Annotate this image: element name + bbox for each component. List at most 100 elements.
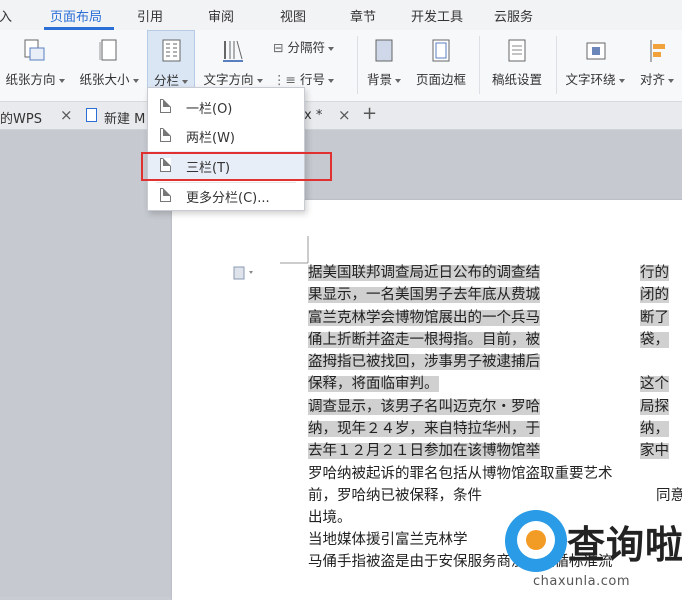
text-line[interactable]: 盗拇指已被找回，涉事男子被逮捕后 [308,354,540,371]
highlight-annotation-box [141,152,332,181]
paper-orientation-icon [24,39,45,61]
page-border-button[interactable]: 页面边框 [410,30,472,100]
chevron-down-icon [618,78,625,83]
magnifier-logo-icon [505,510,567,572]
background-label: 背景 [366,72,392,87]
doc-tab-wps[interactable]: 的WPS [0,108,42,127]
menu-tab-developer[interactable]: 开发工具 [411,6,463,25]
text-line[interactable]: 这个 [640,376,669,393]
manuscript-settings-label: 稿纸设置 [491,72,542,87]
manuscript-icon [508,39,526,62]
chevron-down-icon [327,78,334,83]
chevron-down-icon [395,78,401,83]
new-tab-button[interactable]: + [362,103,377,124]
menu-tab-insert[interactable]: 入 [0,6,12,25]
menu-item-label: 更多分栏(C)... [186,191,270,206]
line-number-button[interactable]: ⋮≡ 行号 [273,69,334,88]
text-line[interactable]: 纳，现年２４岁，来自特拉华州，于 [308,421,540,438]
text-line[interactable]: 前，罗哈纳已被保释，条件 [308,485,482,507]
separator-label: 分隔符 [287,40,325,55]
columns-label: 分栏 [153,73,179,88]
chevron-down-icon [182,79,188,84]
text-wrap-icon [586,42,606,60]
line-number-icon: ⋮≡ [273,72,296,87]
menu-tab-references[interactable]: 引用 [137,6,163,25]
ribbon-divider [479,36,480,94]
menu-bar: 入 页面布局 引用 审阅 视图 章节 开发工具 云服务 [0,0,682,30]
paper-orientation-button[interactable]: 纸张方向 [0,30,70,100]
watermark-logo: 查询啦 chaxunla.com [505,510,682,597]
align-label: 对齐 [640,72,666,87]
separator-icon: ⊟ [273,40,284,55]
text-line[interactable]: 调查显示，该男子名叫迈克尔・罗哈 [308,398,540,415]
paper-size-label: 纸张大小 [79,72,130,87]
menu-item-label: 两栏(W) [186,131,235,146]
text-line[interactable]: 出境。 [308,507,352,529]
text-line[interactable]: 俑上折断并盗走一根拇指。目前，被 [308,331,540,348]
paper-size-icon [99,39,117,61]
text-line[interactable]: 纳， [640,421,669,438]
text-line[interactable]: 同意 [656,485,682,507]
text-line[interactable]: 去年１２月２１日参加在该博物馆举 [308,443,540,460]
document-icon [86,108,97,122]
menu-item-two-columns[interactable]: 两栏(W) [148,121,304,149]
page-border-label: 页面边框 [415,72,466,87]
align-button[interactable]: 对齐 [634,30,682,100]
background-button[interactable]: 背景 [362,30,406,100]
doc-tab-current[interactable]: x * [304,108,322,123]
page-icon [160,99,171,113]
menu-item-label: 一栏(O) [186,102,233,117]
text-line[interactable]: 断了 [640,309,669,326]
menu-tab-cloud[interactable]: 云服务 [494,6,533,25]
chevron-down-icon [668,78,675,83]
paper-orientation-label: 纸张方向 [5,72,56,87]
menu-tab-view[interactable]: 视图 [280,6,306,25]
manuscript-settings-button[interactable]: 稿纸设置 [484,30,550,100]
columns-icon [162,39,181,62]
text-line[interactable]: 罗哈纳被起诉的罪名包括从博物馆盗取重要艺术 [308,463,613,485]
text-direction-icon [223,40,243,62]
line-number-label: 行号 [299,72,325,87]
menu-tab-page-layout[interactable]: 页面布局 [50,6,102,25]
chevron-down-icon [58,78,65,83]
text-wrap-label: 文字环绕 [565,72,616,87]
text-direction-label: 文字方向 [203,72,254,87]
page-icon [160,188,171,202]
ribbon-toolbar: 纸张方向 纸张大小 分栏 文字方向 ⊟ 分隔符 ⋮≡ 行号 背景 页面边框 稿纸… [0,30,682,102]
text-line[interactable]: 行的 [640,265,669,281]
ribbon-divider [357,36,358,94]
text-wrap-button[interactable]: 文字环绕 [560,30,630,100]
paper-size-button[interactable]: 纸张大小 [74,30,144,100]
text-line[interactable]: 保释，将面临审判。 [308,376,439,393]
text-line[interactable]: 闭的 [640,287,669,304]
background-icon [375,39,393,62]
text-line[interactable]: 富兰克林学会博物馆展出的一个兵马 [308,309,540,326]
page-icon [160,128,171,142]
close-icon[interactable]: × [338,106,351,124]
menu-item-more-columns[interactable]: 更多分栏(C)... [148,181,304,209]
text-line[interactable]: 果显示，一名美国男子去年底从费城 [308,287,540,304]
chevron-down-icon [132,78,139,83]
paragraph-handle-icon[interactable] [233,265,257,281]
close-icon[interactable]: × [60,106,73,124]
columns-dropdown-menu: 一栏(O) 两栏(W) 三栏(T) 更多分栏(C)... [147,87,305,211]
page-border-icon [432,39,450,62]
align-icon [650,40,665,62]
menu-item-one-column[interactable]: 一栏(O) [148,92,304,120]
menu-tab-section[interactable]: 章节 [350,6,376,25]
document-tab-bar: 的WPS × 新建 M x * × + [0,102,682,130]
watermark-domain: chaxunla.com [533,574,630,589]
doc-tab-new[interactable]: 新建 M [104,108,145,127]
text-line[interactable]: 家中 [640,443,669,460]
text-line[interactable]: 袋， [640,331,669,348]
text-line[interactable]: 当地媒体援引富兰克林学 [308,529,468,551]
separator-button[interactable]: ⊟ 分隔符 [273,37,334,56]
chevron-down-icon [327,46,334,51]
text-line[interactable]: 据美国联邦调查局近日公布的调查结 [308,265,540,281]
chevron-down-icon [256,78,263,83]
document-column-2[interactable]: 行的 闭的 断了 袋， 这个 局探 纳， 家中 [640,262,669,463]
menu-tab-review[interactable]: 审阅 [208,6,234,25]
margin-corner-mark [280,236,309,264]
text-line[interactable]: 局探 [640,398,669,415]
document-column-1[interactable]: 据美国联邦调查局近日公布的调查结 果显示，一名美国男子去年底从费城 富兰克林学会… [308,262,540,463]
